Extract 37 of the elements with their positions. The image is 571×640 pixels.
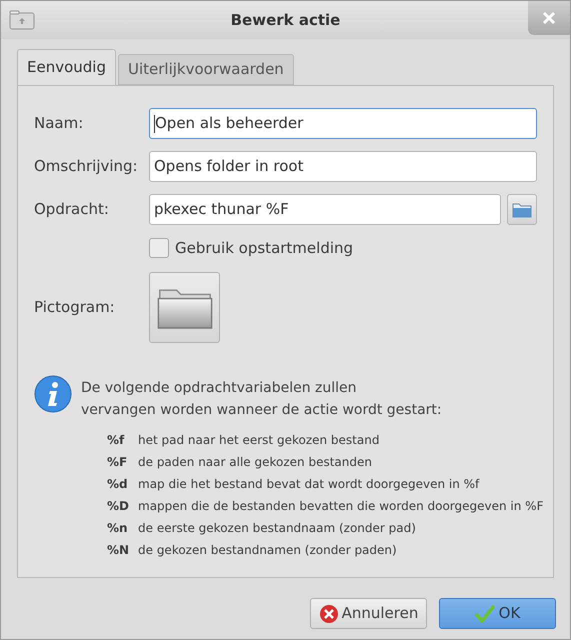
close-icon — [542, 11, 556, 25]
info-text: vervangen worden wanneer de actie wordt gestart: — [81, 400, 442, 420]
field-label: Omschrijving: — [34, 156, 139, 178]
variable-description: de gekozen bestandnamen (zonder paden) — [138, 542, 398, 558]
field-label: Pictogram: — [34, 296, 116, 318]
text-field[interactable]: pkexec thunar %F — [149, 194, 501, 225]
cancel-icon — [318, 604, 339, 624]
variable-description: de eerste gekozen bestandnaam (zonder pad) — [138, 520, 417, 536]
folder-icon — [512, 202, 532, 218]
icon-picker-button[interactable] — [149, 272, 220, 342]
variable-code: %d — [107, 476, 129, 492]
variable-description: mappen die de bestanden bevatten die worden doorgegeven in %F — [138, 498, 544, 514]
info-icon — [34, 374, 72, 412]
checkbox[interactable] — [149, 238, 169, 258]
cancel-button[interactable]: Annuleren — [310, 598, 427, 629]
window-title: Bewerk actie — [230, 10, 340, 31]
variable-description: de paden naar alle gekozen bestanden — [138, 454, 373, 470]
variable-code: %N — [107, 542, 130, 558]
variable-description: map die het bestand bevat dat wordt doorgegeven in %f — [138, 476, 480, 492]
window-menu-icon[interactable] — [9, 10, 35, 30]
ok-button[interactable]: OK — [439, 598, 556, 629]
text-field[interactable]: Open als beheerder — [149, 108, 537, 139]
tab[interactable]: Eenvoudig — [17, 49, 116, 85]
browse-button[interactable] — [507, 194, 537, 225]
text-field[interactable]: Opens folder in root — [149, 151, 537, 182]
field-label: Naam: — [34, 113, 84, 134]
info-text: De volgende opdrachtvariabelen zullen — [81, 378, 358, 398]
variable-code: %F — [107, 454, 128, 470]
close-button[interactable] — [528, 1, 570, 35]
variable-description: het pad naar het eerst gekozen bestand — [138, 432, 380, 448]
field-label: Opdracht: — [34, 199, 110, 220]
check-icon — [474, 604, 495, 622]
variable-code: %f — [107, 432, 126, 448]
tab[interactable]: Uiterlijkvoorwaarden — [118, 54, 294, 85]
variable-code: %D — [107, 498, 130, 514]
checkbox-label: Gebruik opstartmelding — [175, 238, 354, 259]
variable-code: %n — [107, 520, 129, 536]
